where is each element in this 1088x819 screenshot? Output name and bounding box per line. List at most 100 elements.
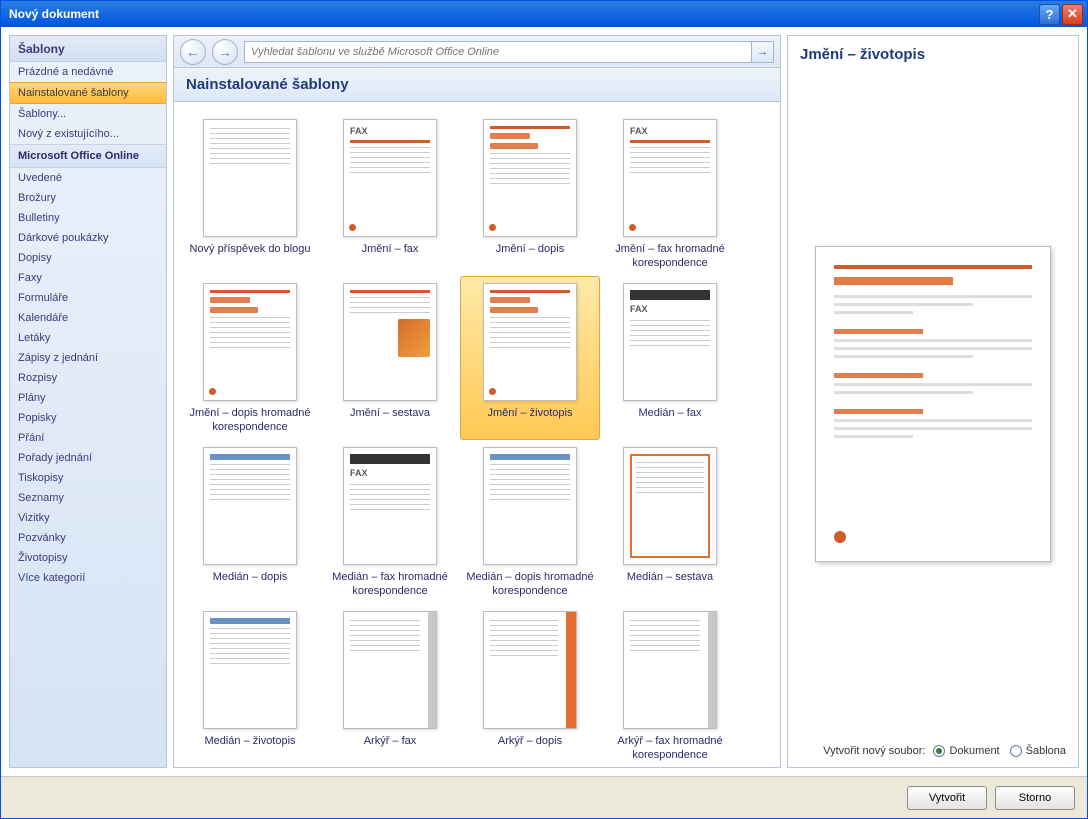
radio-template-label: Šablona	[1026, 745, 1066, 757]
template-label: Medián – dopis hromadné korespondence	[465, 571, 595, 599]
sidebar-item[interactable]: Dopisy	[10, 248, 166, 268]
search-input[interactable]	[245, 42, 751, 62]
template-label: Jmění – fax hromadné korespondence	[605, 243, 735, 271]
template-item[interactable]: Arkýř – fax hromadné korespondence	[600, 604, 740, 767]
template-item[interactable]: Medián – sestava	[600, 440, 740, 604]
template-grid: Nový příspěvek do blogu FAX Jmění – fax Jmě…	[174, 102, 780, 767]
forward-button[interactable]: →	[212, 39, 238, 65]
sidebar-item[interactable]: Přání	[10, 428, 166, 448]
button-bar: Vytvořit Storno	[1, 776, 1087, 818]
template-thumbnail	[343, 283, 437, 401]
sidebar-item[interactable]: Nový z existujícího...	[10, 124, 166, 144]
template-thumbnail	[483, 611, 577, 729]
template-thumbnail: FAX	[343, 119, 437, 237]
template-item[interactable]: Jmění – životopis	[460, 276, 600, 440]
template-item[interactable]: FAX Medián – fax hromadné korespondence	[320, 440, 460, 604]
sidebar-item[interactable]: Zápisy z jednání	[10, 348, 166, 368]
template-thumbnail	[203, 447, 297, 565]
template-thumbnail	[203, 611, 297, 729]
sidebar-item[interactable]: Vizitky	[10, 508, 166, 528]
sidebar-item[interactable]: Formuláře	[10, 288, 166, 308]
template-label: Medián – fax	[639, 407, 702, 435]
sidebar-item[interactable]: Šablony...	[10, 104, 166, 124]
template-thumbnail	[623, 447, 717, 565]
search-box: →	[244, 41, 774, 63]
sidebar-item[interactable]: Nainstalované šablony	[10, 82, 166, 104]
sidebar-item[interactable]: Prázdné a nedávné	[10, 62, 166, 82]
template-label: Medián – dopis	[213, 571, 288, 599]
content-panel: Nainstalované šablony Nový příspěvek do …	[173, 67, 781, 768]
sidebar-item[interactable]: Letáky	[10, 328, 166, 348]
sidebar: Šablony Prázdné a nedávnéNainstalované š…	[9, 35, 167, 768]
content-header: Nainstalované šablony	[174, 68, 780, 102]
template-item[interactable]: Jmění – dopis	[460, 112, 600, 276]
arrow-right-icon: →	[218, 44, 232, 60]
sidebar-item[interactable]: Rozpisy	[10, 368, 166, 388]
search-go-button[interactable]: →	[751, 42, 773, 62]
template-label: Arkýř – fax hromadné korespondence	[605, 735, 735, 763]
cancel-button[interactable]: Storno	[995, 786, 1075, 810]
create-new-file-label: Vytvořit nový soubor:	[823, 745, 925, 757]
preview-footer: Vytvořit nový soubor: Dokument Šablona	[811, 735, 1078, 767]
template-thumbnail: FAX	[623, 283, 717, 401]
template-thumbnail: FAX	[343, 447, 437, 565]
arrow-right-icon: →	[757, 46, 768, 58]
template-thumbnail	[203, 283, 297, 401]
sidebar-item[interactable]: Bulletiny	[10, 208, 166, 228]
radio-icon	[933, 745, 945, 757]
template-label: Medián – fax hromadné korespondence	[325, 571, 455, 599]
sidebar-item[interactable]: Tiskopisy	[10, 468, 166, 488]
template-label: Jmění – sestava	[350, 407, 430, 435]
template-item[interactable]: Medián – životopis	[180, 604, 320, 767]
back-button[interactable]: ←	[180, 39, 206, 65]
template-item[interactable]: Nový příspěvek do blogu	[180, 112, 320, 276]
template-thumbnail	[483, 283, 577, 401]
new-document-dialog: Nový dokument ? ✕ Šablony Prázdné a nedá…	[0, 0, 1088, 819]
sidebar-item[interactable]: Seznamy	[10, 488, 166, 508]
template-item[interactable]: FAX Medián – fax	[600, 276, 740, 440]
template-thumbnail	[203, 119, 297, 237]
template-item[interactable]: Arkýř – fax	[320, 604, 460, 767]
sidebar-section-online[interactable]: Microsoft Office Online	[10, 144, 166, 168]
titlebar: Nový dokument ? ✕	[1, 1, 1087, 27]
sidebar-item[interactable]: Kalendáře	[10, 308, 166, 328]
radio-group: Dokument Šablona	[933, 745, 1066, 757]
template-item[interactable]: Arkýř – dopis	[460, 604, 600, 767]
template-label: Jmění – životopis	[488, 407, 573, 435]
help-button[interactable]: ?	[1039, 4, 1060, 25]
sidebar-item[interactable]: Dárkové poukázky	[10, 228, 166, 248]
template-item[interactable]: FAX Jmění – fax	[320, 112, 460, 276]
sidebar-item[interactable]: Životopisy	[10, 548, 166, 568]
template-label: Jmění – fax	[362, 243, 419, 271]
radio-document[interactable]: Dokument	[933, 745, 999, 757]
sidebar-item[interactable]: Popisky	[10, 408, 166, 428]
preview-area	[788, 73, 1078, 735]
sidebar-item[interactable]: Pořady jednání	[10, 448, 166, 468]
main-column: ← → → Nainstalované šablony Nový příspěv…	[173, 35, 781, 768]
arrow-left-icon: ←	[186, 44, 200, 60]
radio-template[interactable]: Šablona	[1010, 745, 1066, 757]
close-button[interactable]: ✕	[1062, 4, 1083, 25]
template-item[interactable]: Medián – dopis	[180, 440, 320, 604]
template-item[interactable]: Medián – dopis hromadné korespondence	[460, 440, 600, 604]
template-label: Arkýř – fax	[364, 735, 417, 763]
template-thumbnail	[483, 447, 577, 565]
sidebar-heading: Šablony	[10, 36, 166, 62]
template-item[interactable]: Jmění – dopis hromadné korespondence	[180, 276, 320, 440]
template-item[interactable]: Jmění – sestava	[320, 276, 460, 440]
template-label: Nový příspěvek do blogu	[189, 243, 310, 271]
sidebar-item[interactable]: Brožury	[10, 188, 166, 208]
template-thumbnail	[623, 611, 717, 729]
sidebar-item[interactable]: Plány	[10, 388, 166, 408]
create-button[interactable]: Vytvořit	[907, 786, 987, 810]
template-item[interactable]: FAX Jmění – fax hromadné korespondence	[600, 112, 740, 276]
template-thumbnail	[483, 119, 577, 237]
sidebar-item[interactable]: Faxy	[10, 268, 166, 288]
template-thumbnail: FAX	[623, 119, 717, 237]
preview-title: Jmění – životopis	[788, 36, 1078, 73]
template-label: Jmění – dopis	[496, 243, 564, 271]
sidebar-item[interactable]: Pozvánky	[10, 528, 166, 548]
sidebar-item[interactable]: Uvedené	[10, 168, 166, 188]
sidebar-item[interactable]: Více kategorií	[10, 568, 166, 588]
window-title: Nový dokument	[9, 7, 1037, 21]
